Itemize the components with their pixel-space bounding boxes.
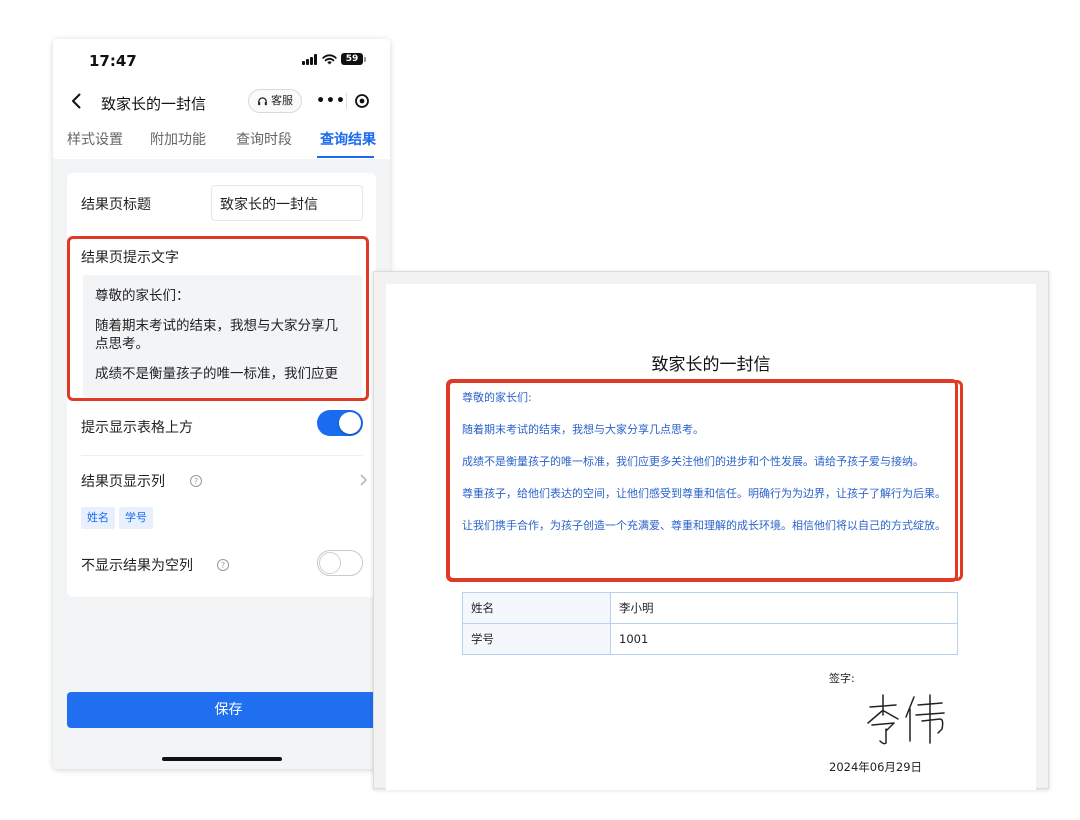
- tab-bar: 样式设置 附加功能 查询时段 查询结果: [53, 121, 390, 159]
- document-paragraph: 让我们携手合作，为孩子创造一个充满爱、尊重和理解的成长环境。相信他们将以自己的方…: [462, 519, 946, 532]
- customer-service-button[interactable]: 客服: [248, 89, 302, 113]
- close-circle-icon[interactable]: [347, 93, 377, 109]
- result-title-input[interactable]: 致家长的一封信: [211, 185, 363, 221]
- chevron-right-icon[interactable]: [358, 471, 368, 486]
- customer-service-label: 客服: [271, 94, 293, 107]
- tab-additional-features[interactable]: 附加功能: [150, 121, 206, 149]
- table-row: 姓名 李小明: [462, 592, 958, 624]
- document-paragraph: 随着期末考试的结束，我想与大家分享几点思考。: [462, 423, 704, 436]
- back-arrow-icon[interactable]: [67, 91, 87, 111]
- page-title: 致家长的一封信: [101, 95, 207, 113]
- battery-icon: 59: [341, 53, 366, 65]
- table-cell-value: 李小明: [610, 592, 958, 624]
- status-time: 17:47: [89, 52, 137, 70]
- hide-empty-toggle[interactable]: [317, 550, 363, 576]
- column-tag-name: 姓名: [81, 507, 115, 529]
- status-icons: 59: [302, 53, 366, 65]
- show-above-toggle[interactable]: [317, 410, 363, 436]
- table-cell-value: 1001: [610, 623, 958, 655]
- tab-query-period[interactable]: 查询时段: [236, 121, 292, 149]
- tip-text-label: 结果页提示文字: [81, 250, 179, 266]
- result-preview: 致家长的一封信 尊敬的家长们: 随着期末考试的结束，我想与大家分享几点思考。 成…: [373, 271, 1049, 790]
- tab-query-results[interactable]: 查询结果: [320, 121, 376, 149]
- battery-level: 59: [341, 53, 363, 65]
- result-table: 姓名 李小明 学号 1001: [462, 592, 958, 655]
- show-above-label: 提示显示表格上方: [81, 420, 193, 436]
- column-tag-id: 学号: [119, 507, 153, 529]
- wifi-icon: [322, 53, 337, 65]
- tip-text-textarea[interactable]: 尊敬的家长们： 随着期末考试的结束，我想与大家分享几点思考。 成绩不是衡量孩子的…: [83, 275, 362, 397]
- settings-card: 结果页标题 致家长的一封信 结果页提示文字 尊敬的家长们： 随着期末考试的结束，…: [67, 173, 376, 597]
- nav-bar: 致家长的一封信 客服 •••: [53, 83, 390, 121]
- document-paragraph: 成绩不是衡量孩子的唯一标准，我们应更多关注他们的进步和个性发展。请给予孩子爱与接…: [462, 455, 924, 468]
- table-cell-key: 姓名: [462, 592, 611, 624]
- tip-paragraph: 随着期末考试的结束，我想与大家分享几点思考。: [95, 318, 338, 352]
- document-paragraph: 尊敬的家长们:: [462, 391, 532, 404]
- tip-paragraph: 尊敬的家长们：: [95, 288, 190, 304]
- more-icon[interactable]: •••: [316, 93, 346, 109]
- result-page: 致家长的一封信 尊敬的家长们: 随着期末考试的结束，我想与大家分享几点思考。 成…: [386, 284, 1036, 790]
- tip-paragraph: 成绩不是衡量孩子的唯一标准，我们应更: [95, 366, 338, 382]
- signature-label: 签字:: [829, 672, 855, 685]
- active-tab-indicator: [317, 156, 374, 158]
- help-icon[interactable]: ?: [217, 559, 229, 571]
- document-tip-text: 尊敬的家长们: 随着期末考试的结束，我想与大家分享几点思考。 成绩不是衡量孩子的…: [447, 380, 963, 581]
- columns-label: 结果页显示列: [81, 474, 165, 490]
- table-cell-key: 学号: [462, 623, 611, 655]
- save-button[interactable]: 保存: [67, 692, 390, 728]
- signature-date: 2024年06月29日: [829, 760, 923, 774]
- mini-program-capsule: •••: [316, 89, 378, 113]
- divider: [81, 455, 363, 456]
- signature-image: [867, 694, 945, 745]
- headset-icon: [258, 96, 267, 105]
- hide-empty-label: 不显示结果为空列: [81, 558, 193, 574]
- document-paragraph: 尊重孩子，给他们表达的空间，让他们感受到尊重和信任。明确行为为边界，让孩子了解行…: [462, 487, 946, 500]
- help-icon[interactable]: ?: [190, 475, 202, 487]
- home-indicator: [162, 757, 282, 761]
- document-title: 致家长的一封信: [651, 355, 771, 375]
- cellular-signal-icon: [302, 53, 317, 65]
- result-title-label: 结果页标题: [81, 197, 151, 213]
- phone-editor: 17:47 59 致家长的一封信 客服 ••• 样式设置 附加功能 查询时段 查…: [53, 39, 390, 769]
- tab-style-settings[interactable]: 样式设置: [67, 121, 123, 149]
- status-bar: 17:47 59: [53, 39, 390, 83]
- table-row: 学号 1001: [462, 623, 958, 655]
